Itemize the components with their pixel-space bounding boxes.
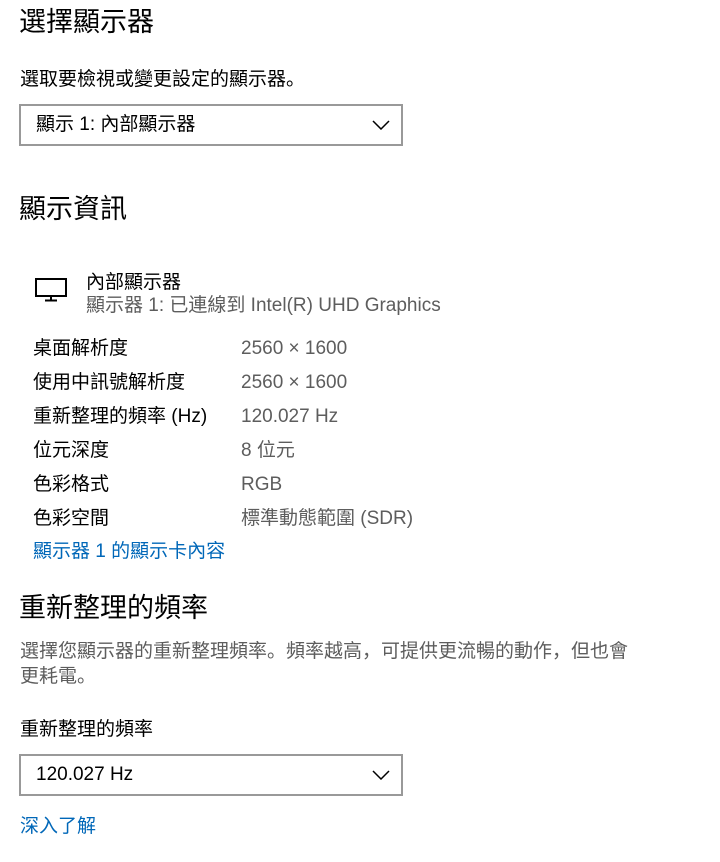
refresh-rate-description: 選擇您顯示器的重新整理頻率。頻率越高，可提供更流暢的動作，但也會更耗電。 — [20, 641, 629, 687]
info-row-color-space: 色彩空間 標準動態範圍 (SDR) — [33, 502, 473, 536]
info-row-value: RGB — [241, 474, 283, 495]
info-row-color-format: 色彩格式 RGB — [33, 468, 473, 502]
info-row-value: 8 位元 — [241, 440, 295, 461]
info-row-refresh-rate: 重新整理的頻率 (Hz) 120.027 Hz — [33, 400, 473, 434]
refresh-rate-dropdown[interactable]: 120.027 Hz — [19, 754, 403, 796]
display-select-dropdown[interactable]: 顯示 1: 內部顯示器 — [19, 104, 403, 146]
display-select-value: 顯示 1: 內部顯示器 — [36, 114, 196, 135]
info-row-value: 120.027 Hz — [241, 406, 339, 427]
info-row-label: 色彩空間 — [33, 508, 110, 529]
select-display-heading: 選擇顯示器 — [19, 7, 154, 37]
info-row-bit-depth: 位元深度 8 位元 — [33, 434, 473, 468]
info-row-label: 重新整理的頻率 (Hz) — [33, 406, 208, 427]
display-connection: 顯示器 1: 已連線到 Intel(R) UHD Graphics — [86, 295, 441, 316]
info-row-active-signal-resolution: 使用中訊號解析度 2560 × 1600 — [33, 366, 473, 400]
refresh-rate-value: 120.027 Hz — [36, 764, 134, 785]
info-row-label: 位元深度 — [33, 440, 110, 461]
refresh-rate-heading: 重新整理的頻率 — [19, 593, 208, 623]
display-name: 內部顯示器 — [86, 272, 182, 293]
info-row-value: 2560 × 1600 — [241, 372, 348, 393]
select-display-label: 選取要檢視或變更設定的顯示器。 — [20, 69, 306, 90]
advanced-display-settings-page: 選擇顯示器 選取要檢視或變更設定的顯示器。 顯示 1: 內部顯示器 顯示資訊 內… — [0, 0, 720, 862]
info-row-value: 標準動態範圍 (SDR) — [241, 508, 414, 529]
info-row-label: 使用中訊號解析度 — [33, 372, 186, 393]
display-info-table: 桌面解析度 2560 × 1600 使用中訊號解析度 2560 × 1600 重… — [33, 332, 473, 536]
refresh-rate-label: 重新整理的頻率 — [20, 719, 154, 740]
chevron-down-icon — [372, 120, 390, 130]
chevron-down-icon — [372, 770, 390, 780]
display-info-heading: 顯示資訊 — [19, 194, 127, 224]
monitor-icon — [35, 278, 67, 302]
learn-more-link[interactable]: 深入了解 — [20, 815, 96, 839]
info-row-label: 桌面解析度 — [33, 338, 129, 359]
info-row-value: 2560 × 1600 — [241, 338, 348, 359]
info-row-label: 色彩格式 — [33, 474, 110, 495]
display-adapter-properties-link[interactable]: 顯示器 1 的顯示卡內容 — [33, 540, 225, 564]
info-row-desktop-resolution: 桌面解析度 2560 × 1600 — [33, 332, 473, 366]
